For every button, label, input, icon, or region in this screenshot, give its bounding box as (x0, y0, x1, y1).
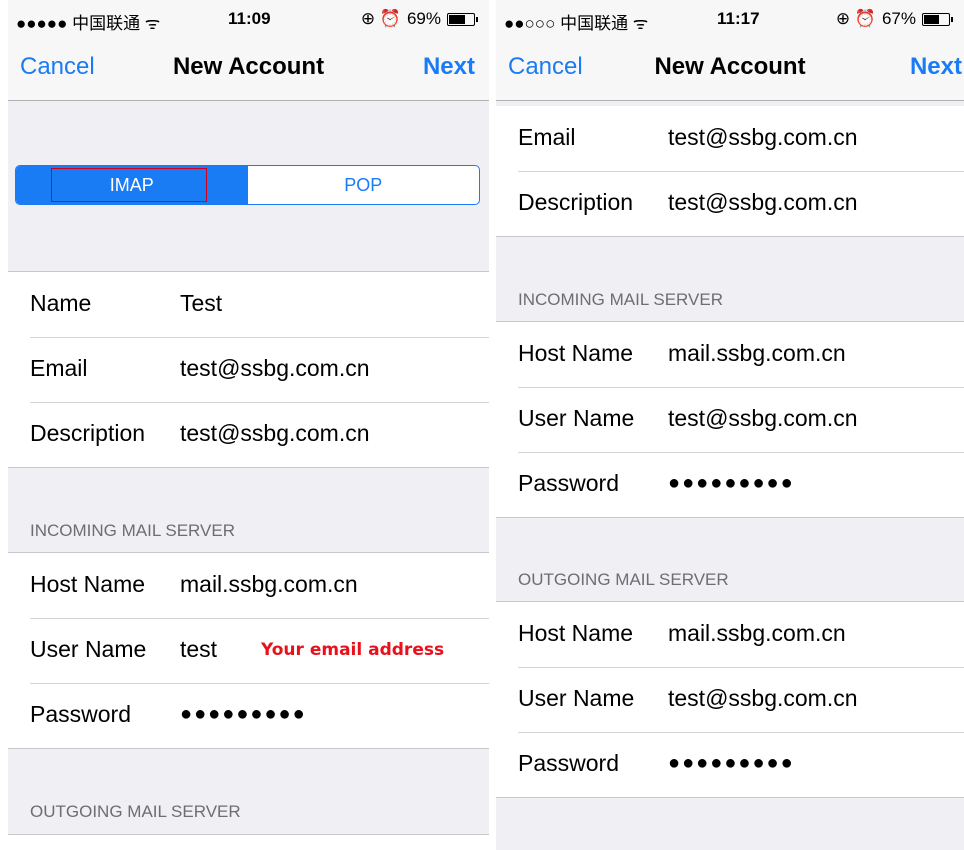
user-name-row[interactable]: User Name test@ssbg.com.cn (496, 667, 964, 732)
email-field[interactable]: test@ssbg.com.cn (180, 355, 370, 382)
row-label: Host Name (30, 571, 146, 597)
highlight-box (51, 168, 207, 202)
password-row[interactable]: Password ●●●●●●●●● (8, 683, 489, 748)
row-label: Description (30, 420, 146, 446)
right-screenshot: ●●○○○ 中国联通 ᯤ 11:17 ⊕ ⏰ 67% Cancel New Ac… (496, 0, 964, 850)
host-name-row[interactable]: Host Name mail.ssbg.com.cn (496, 602, 964, 667)
email-field[interactable]: test@ssbg.com.cn (668, 124, 858, 151)
lock-alarm-icon: ⊕ ⏰ (360, 9, 401, 28)
host-name-row[interactable]: Host Name mail.ssbg.com.cn (496, 322, 964, 387)
nav-title: New Account (654, 53, 806, 80)
row-label: Name (30, 290, 92, 316)
incoming-card: Host Name mail.ssbg.com.cn User Name tes… (496, 321, 964, 518)
email-row[interactable]: Email test@ssbg.com.cn (496, 106, 964, 171)
row-label: User Name (518, 405, 635, 431)
segment-pop[interactable]: POP (248, 166, 480, 204)
description-field[interactable]: test@ssbg.com.cn (668, 189, 858, 216)
status-bar: ●●○○○ 中国联通 ᯤ 11:17 ⊕ ⏰ 67% (496, 0, 964, 36)
status-right: ⊕ ⏰ 69% (360, 9, 478, 29)
left-screenshot: ●●●●● 中国联通 ᯤ 11:09 ⊕ ⏰ 69% Cancel New Ac… (8, 0, 489, 850)
row-label: Description (518, 189, 634, 215)
protocol-segmented-control: IMAP POP (15, 165, 480, 205)
battery-percent: 69% (406, 9, 441, 28)
carrier-signal: ●●○○○ 中国联通 ᯤ (504, 14, 649, 33)
host-name-field[interactable]: mail.ssbg.com.cn (668, 620, 846, 647)
incoming-header: INCOMING MAIL SERVER (30, 521, 235, 540)
user-name-row[interactable]: User Name test Your email address (8, 618, 489, 683)
password-row[interactable]: Password ●●●●●●●●● (496, 452, 964, 517)
nav-bar: Cancel New Account Next (496, 36, 964, 101)
account-card: Email test@ssbg.com.cn Description test@… (496, 106, 964, 237)
email-row[interactable]: Email test@ssbg.com.cn (8, 337, 489, 402)
battery-icon (447, 12, 478, 26)
row-label: Host Name (518, 340, 634, 366)
password-field[interactable]: ●●●●●●●●● (668, 472, 795, 495)
row-label: User Name (30, 636, 147, 662)
next-button[interactable]: Next (910, 53, 962, 81)
row-label: Password (518, 470, 619, 496)
user-name-row[interactable]: User Name test@ssbg.com.cn (496, 387, 964, 452)
carrier-signal: ●●●●● 中国联通 ᯤ (16, 14, 161, 33)
password-field[interactable]: ●●●●●●●●● (180, 703, 307, 726)
lock-alarm-icon: ⊕ ⏰ (835, 9, 876, 28)
segment-imap[interactable]: IMAP (16, 166, 248, 204)
user-name-field[interactable]: test (180, 636, 217, 663)
description-row[interactable]: Description test@ssbg.com.cn (496, 171, 964, 236)
row-label: Email (30, 355, 88, 381)
row-label: User Name (518, 685, 635, 711)
row-label: Email (518, 124, 576, 150)
incoming-header: INCOMING MAIL SERVER (518, 290, 723, 309)
outgoing-header: OUTGOING MAIL SERVER (518, 570, 729, 589)
host-name-row[interactable]: Host Name mail.ssbg.com.cn (8, 553, 489, 618)
next-button[interactable]: Next (423, 53, 475, 81)
description-row[interactable]: Description test@ssbg.com.cn (8, 402, 489, 467)
status-bar: ●●●●● 中国联通 ᯤ 11:09 ⊕ ⏰ 69% (8, 0, 489, 36)
row-label: Password (30, 701, 131, 727)
user-name-field[interactable]: test@ssbg.com.cn (668, 685, 858, 712)
outgoing-card (8, 834, 489, 850)
host-name-field[interactable]: mail.ssbg.com.cn (180, 571, 358, 598)
status-time: 11:17 (717, 9, 760, 28)
password-row[interactable]: Password ●●●●●●●●● (496, 732, 964, 797)
nav-title: New Account (172, 53, 325, 80)
user-name-field[interactable]: test@ssbg.com.cn (668, 405, 858, 432)
status-time: 11:09 (228, 9, 271, 28)
password-field[interactable]: ●●●●●●●●● (668, 752, 795, 775)
incoming-card: Host Name mail.ssbg.com.cn User Name tes… (8, 552, 489, 749)
annotation-text: Your email address (261, 640, 445, 660)
name-row[interactable]: Name Test (8, 272, 489, 337)
host-name-field[interactable]: mail.ssbg.com.cn (668, 340, 846, 367)
status-right: ⊕ ⏰ 67% (835, 9, 953, 29)
description-field[interactable]: test@ssbg.com.cn (180, 420, 370, 447)
outgoing-card: Host Name mail.ssbg.com.cn User Name tes… (496, 601, 964, 798)
row-label: Password (518, 750, 619, 776)
outgoing-header: OUTGOING MAIL SERVER (30, 802, 241, 821)
nav-bar: Cancel New Account Next (8, 36, 489, 101)
account-card: Name Test Email test@ssbg.com.cn Descrip… (8, 271, 489, 468)
name-field[interactable]: Test (180, 290, 222, 317)
battery-icon (922, 12, 953, 26)
row-label: Host Name (518, 620, 634, 646)
battery-percent: 67% (881, 9, 916, 28)
